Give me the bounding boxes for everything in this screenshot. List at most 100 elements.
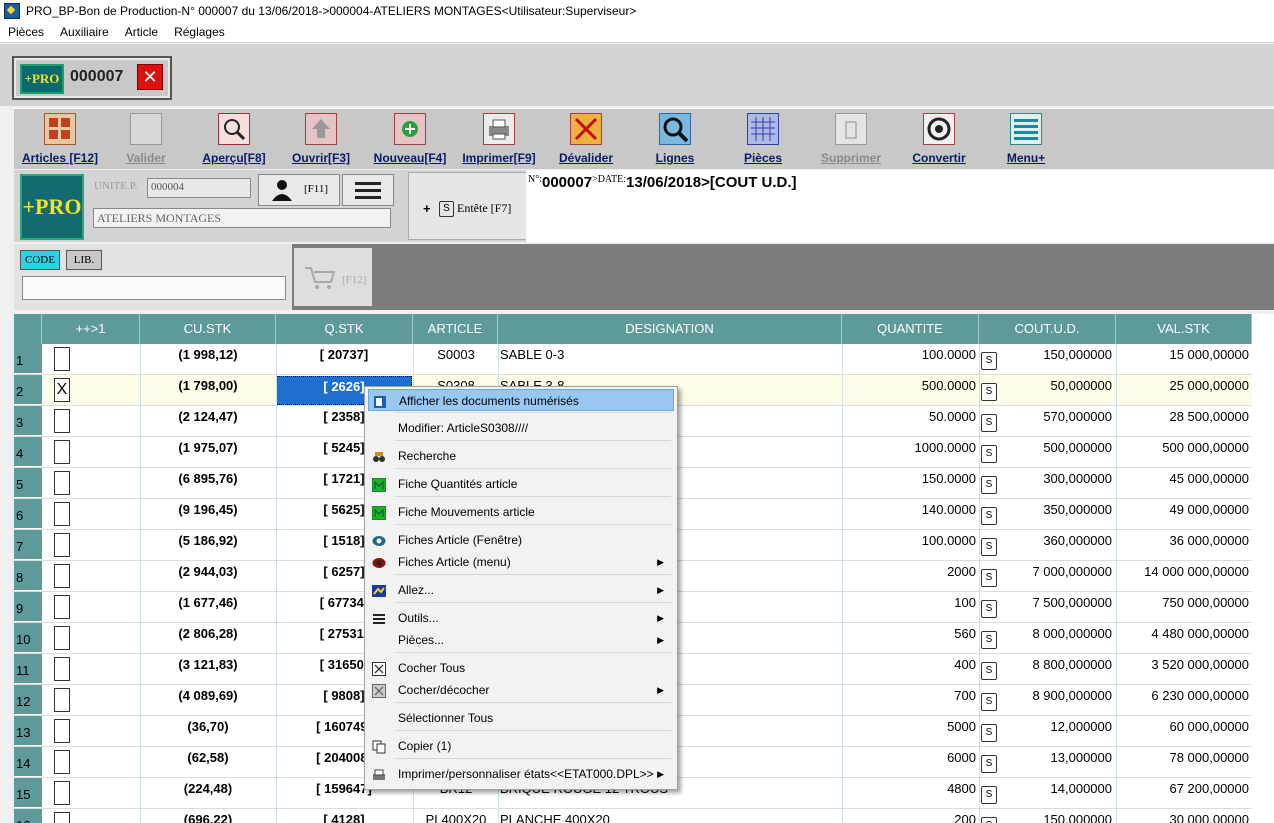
cell-custk[interactable]: (4 089,69): [140, 685, 276, 715]
cell-coutud[interactable]: 570,000000: [1000, 406, 1112, 436]
cell-coutud[interactable]: 13,000000: [1000, 747, 1112, 777]
s-icon[interactable]: S: [981, 569, 997, 587]
user-button[interactable]: [F11]: [258, 174, 340, 206]
cell-coutud[interactable]: 7 000,000000: [1000, 561, 1112, 591]
cell-coutud[interactable]: 8 000,000000: [1000, 623, 1112, 653]
cell-quantite[interactable]: 2000: [842, 561, 976, 591]
cell-quantite[interactable]: 560: [842, 623, 976, 653]
context-menu-item[interactable]: Cocher Tous: [368, 657, 674, 679]
s-icon[interactable]: S: [981, 352, 997, 370]
context-menu-item[interactable]: Recherche: [368, 445, 674, 467]
cell-valstk[interactable]: 25 000,00000: [1116, 375, 1249, 405]
menu-plus-button[interactable]: Menu+: [1000, 113, 1052, 165]
col-header-custk[interactable]: CU.STK: [140, 314, 276, 344]
cell-quantite[interactable]: 4800: [842, 778, 976, 808]
articles-button[interactable]: Articles [F12]: [18, 113, 102, 165]
context-menu-item[interactable]: Outils... ▶: [368, 607, 674, 629]
cell-custk[interactable]: (2 806,28): [140, 623, 276, 653]
row-checkbox[interactable]: [54, 595, 70, 619]
ouvrir-button[interactable]: Ouvrir[F3]: [288, 113, 354, 165]
valider-button[interactable]: Valider: [118, 113, 174, 165]
cell-quantite[interactable]: 1000.0000: [842, 437, 976, 467]
cart-button[interactable]: [F12]: [294, 248, 372, 306]
menu-article[interactable]: Article: [117, 25, 166, 39]
cell-valstk[interactable]: 3 520 000,00000: [1116, 654, 1249, 684]
cell-valstk[interactable]: 15 000,00000: [1116, 344, 1249, 374]
s-icon[interactable]: S: [981, 476, 997, 494]
code-search-input[interactable]: [22, 276, 286, 300]
context-menu-item[interactable]: Fiches Article (menu) ▶: [368, 551, 674, 573]
cell-quantite[interactable]: 150.0000: [842, 468, 976, 498]
cell-valstk[interactable]: 45 000,00000: [1116, 468, 1249, 498]
cell-quantite[interactable]: 140.0000: [842, 499, 976, 529]
menu-auxiliaire[interactable]: Auxiliaire: [52, 25, 117, 39]
col-header-qstk[interactable]: Q.STK: [276, 314, 413, 344]
cell-custk[interactable]: (36,70): [140, 716, 276, 746]
document-tab[interactable]: +PRO 000007 ✕: [12, 56, 172, 100]
cell-qstk[interactable]: [ 4128]: [276, 809, 412, 823]
cell-valstk[interactable]: 30 000,00000: [1116, 809, 1249, 823]
supprimer-button[interactable]: Supprimer: [816, 113, 886, 165]
apercu-button[interactable]: Aperçu[F8]: [198, 113, 270, 165]
nouveau-button[interactable]: Nouveau[F4]: [370, 113, 450, 165]
s-icon[interactable]: S: [981, 755, 997, 773]
cell-article[interactable]: PL400X20: [414, 809, 498, 823]
cell-custk[interactable]: (696,22): [140, 809, 276, 823]
cell-custk[interactable]: (2 944,03): [140, 561, 276, 591]
cell-quantite[interactable]: 200: [842, 809, 976, 823]
cell-quantite[interactable]: 50.0000: [842, 406, 976, 436]
row-checkbox[interactable]: [54, 471, 70, 495]
row-checkbox[interactable]: [54, 626, 70, 650]
cell-coutud[interactable]: 150,000000: [1000, 344, 1112, 374]
row-checkbox[interactable]: [54, 533, 70, 557]
menu-pieces[interactable]: Pièces: [0, 25, 52, 39]
table-row[interactable]: 1 (1 998,12)[ 20737] S0003 SABLE 0-3 100.000…: [14, 344, 1252, 375]
row-checkbox[interactable]: [54, 781, 70, 805]
cell-coutud[interactable]: 8 800,000000: [1000, 654, 1112, 684]
context-menu-item[interactable]: Imprimer/personnaliser états<<ETAT000.DP…: [368, 763, 674, 785]
lib-tab[interactable]: LIB.: [66, 250, 102, 270]
s-icon[interactable]: S: [981, 507, 997, 525]
col-header-designation[interactable]: DESIGNATION: [498, 314, 842, 344]
cell-quantite[interactable]: 700: [842, 685, 976, 715]
context-menu-item[interactable]: Cocher/décocher ▶: [368, 679, 674, 701]
cell-valstk[interactable]: 60 000,00000: [1116, 716, 1249, 746]
row-checkbox[interactable]: [54, 409, 70, 433]
col-header-article[interactable]: ARTICLE: [413, 314, 498, 344]
cell-quantite[interactable]: 100: [842, 592, 976, 622]
cell-valstk[interactable]: 500 000,00000: [1116, 437, 1249, 467]
cell-valstk[interactable]: 67 200,00000: [1116, 778, 1249, 808]
cell-custk[interactable]: (6 895,76): [140, 468, 276, 498]
row-checkbox[interactable]: [54, 657, 70, 681]
s-icon[interactable]: S: [981, 600, 997, 618]
cell-coutud[interactable]: 14,000000: [1000, 778, 1112, 808]
cell-coutud[interactable]: 150,000000: [1000, 809, 1112, 823]
row-checkbox[interactable]: [54, 564, 70, 588]
cell-coutud[interactable]: 50,000000: [1000, 375, 1112, 405]
s-icon[interactable]: S: [981, 662, 997, 680]
cell-custk[interactable]: (224,48): [140, 778, 276, 808]
cell-custk[interactable]: (1 998,12): [140, 344, 276, 374]
s-icon[interactable]: S: [981, 817, 997, 823]
cell-custk[interactable]: (3 121,83): [140, 654, 276, 684]
cell-article[interactable]: S0003: [414, 344, 498, 374]
unit-name-field[interactable]: ATELIERS MONTAGES: [93, 208, 391, 228]
row-checkbox[interactable]: [54, 750, 70, 774]
cell-valstk[interactable]: 6 230 000,00000: [1116, 685, 1249, 715]
cell-coutud[interactable]: 7 500,000000: [1000, 592, 1112, 622]
row-checkbox[interactable]: [54, 688, 70, 712]
table-row[interactable]: 16 (696,22)[ 4128]PL400X20PLANCHE 400X202…: [14, 809, 1252, 823]
cell-custk[interactable]: (5 186,92): [140, 530, 276, 560]
context-menu-item[interactable]: Allez... ▶: [368, 579, 674, 601]
s-icon[interactable]: S: [981, 383, 997, 401]
cell-coutud[interactable]: 8 900,000000: [1000, 685, 1112, 715]
col-header-check[interactable]: ++>1: [42, 314, 140, 344]
context-menu-item[interactable]: Sélectionner Tous: [368, 707, 674, 729]
s-icon[interactable]: S: [981, 538, 997, 556]
row-checkbox[interactable]: [54, 502, 70, 526]
cell-custk[interactable]: (62,58): [140, 747, 276, 777]
hamburger-menu-button[interactable]: [342, 174, 394, 206]
cell-custk[interactable]: (1 677,46): [140, 592, 276, 622]
row-checkbox[interactable]: [54, 440, 70, 464]
menu-reglages[interactable]: Réglages: [166, 25, 233, 39]
